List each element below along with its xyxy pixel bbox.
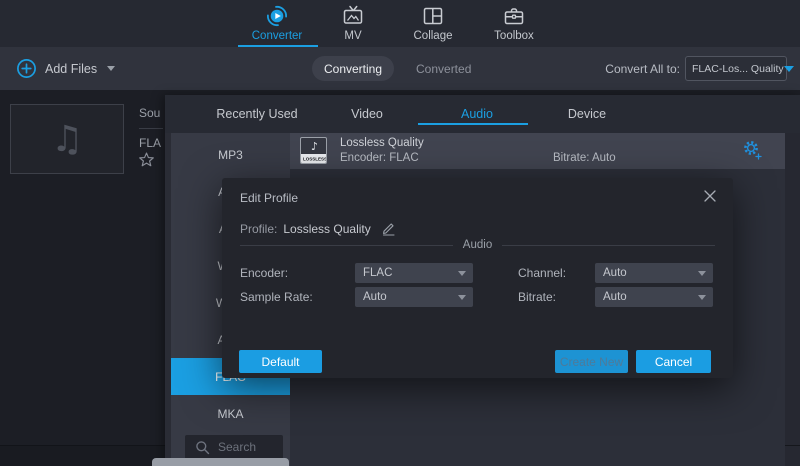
music-note-icon: ♫ bbox=[51, 119, 83, 160]
tab-recently-used[interactable]: Recently Used bbox=[202, 95, 312, 133]
collage-icon bbox=[421, 4, 445, 28]
close-icon[interactable] bbox=[701, 187, 719, 205]
sample-rate-select[interactable]: Auto bbox=[355, 287, 473, 307]
profile-row-lossless[interactable]: ♪ LOSSLESS Lossless Quality Encoder: FLA… bbox=[290, 133, 785, 169]
bitrate-label: Bitrate: bbox=[518, 287, 556, 307]
nav-label: Collage bbox=[414, 30, 453, 42]
tab-audio[interactable]: Audio bbox=[422, 95, 532, 133]
sample-rate-value: Auto bbox=[363, 287, 387, 307]
lossless-badge-icon: ♪ LOSSLESS bbox=[300, 137, 327, 164]
channel-label: Channel: bbox=[518, 263, 566, 283]
nav-label: Converter bbox=[252, 30, 303, 42]
file-source-text: Sou bbox=[139, 106, 160, 120]
star-icon[interactable] bbox=[139, 152, 154, 167]
gear-plus-icon[interactable] bbox=[742, 138, 764, 162]
chevron-down-icon bbox=[698, 295, 706, 300]
plus-circle-icon bbox=[16, 58, 37, 79]
search-input[interactable] bbox=[218, 440, 276, 454]
encoder-label: Encoder: bbox=[240, 263, 288, 283]
tab-device[interactable]: Device bbox=[532, 95, 642, 133]
sample-rate-label: Sample Rate: bbox=[240, 287, 313, 307]
badge-note-glyph: ♪ bbox=[301, 138, 327, 155]
encoder-select[interactable]: FLAC bbox=[355, 263, 473, 283]
add-files-button[interactable]: Add Files bbox=[16, 47, 115, 90]
convert-all-label: Convert All to: bbox=[605, 47, 680, 90]
tab-converting[interactable]: Converting bbox=[312, 56, 394, 81]
active-tab-underline bbox=[418, 123, 528, 125]
chevron-down-icon bbox=[784, 66, 794, 72]
edit-profile-dialog: Edit Profile Profile: Lossless Quality A… bbox=[222, 178, 733, 378]
add-files-label: Add Files bbox=[45, 62, 97, 76]
profile-name-value: Lossless Quality bbox=[283, 222, 370, 236]
panel-scrollbar-track[interactable] bbox=[785, 133, 800, 466]
cancel-button[interactable]: Cancel bbox=[636, 350, 711, 373]
bitrate-value: Auto bbox=[603, 287, 627, 307]
toolbox-icon bbox=[502, 4, 526, 28]
badge-text: LOSSLESS bbox=[303, 156, 327, 161]
edit-pencil-icon[interactable] bbox=[381, 221, 396, 236]
encoder-value: FLAC bbox=[363, 263, 392, 283]
divider bbox=[139, 128, 163, 129]
profile-title: Lossless Quality bbox=[340, 137, 424, 149]
channel-select[interactable]: Auto bbox=[595, 263, 713, 283]
mv-icon bbox=[341, 4, 365, 28]
convert-all-value: FLAC-Los... Quality bbox=[692, 63, 784, 75]
divider bbox=[785, 445, 800, 446]
sidebar-item-mp3[interactable]: MP3 bbox=[171, 136, 290, 173]
profile-encoder: Encoder: FLAC bbox=[340, 152, 419, 164]
format-search bbox=[185, 435, 283, 459]
file-thumbnail: ♫ bbox=[10, 104, 124, 174]
convert-all-dropdown[interactable]: FLAC-Los... Quality bbox=[685, 56, 787, 81]
nav-label: Toolbox bbox=[494, 30, 534, 42]
search-icon bbox=[195, 440, 210, 455]
sidebar-item-mka[interactable]: MKA bbox=[171, 395, 290, 432]
workspace-bottom-strip bbox=[0, 445, 165, 466]
chevron-down-icon bbox=[458, 271, 466, 276]
file-format-text: FLA bbox=[139, 136, 161, 150]
bitrate-select[interactable]: Auto bbox=[595, 287, 713, 307]
channel-value: Auto bbox=[603, 263, 627, 283]
default-button[interactable]: Default bbox=[239, 350, 322, 373]
nav-item-mv[interactable]: MV bbox=[308, 4, 398, 47]
profile-bitrate: Bitrate: Auto bbox=[553, 152, 616, 164]
format-tabbar: Recently Used Video Audio Device bbox=[165, 95, 800, 133]
top-nav: Converter MV Collage bbox=[0, 0, 800, 47]
section-title: Audio bbox=[453, 239, 502, 251]
toolbar: Add Files Converting Converted Convert A… bbox=[0, 47, 800, 90]
converter-icon bbox=[265, 4, 289, 28]
nav-item-collage[interactable]: Collage bbox=[388, 4, 478, 47]
nav-label: MV bbox=[344, 30, 361, 42]
chevron-down-icon bbox=[458, 295, 466, 300]
dialog-title: Edit Profile bbox=[240, 191, 298, 205]
horizontal-scrollbar[interactable] bbox=[152, 458, 289, 466]
file-list-area: ♫ Sou FLA bbox=[0, 90, 165, 466]
audio-section-divider: Audio bbox=[240, 238, 715, 252]
chevron-down-icon bbox=[107, 66, 115, 71]
profile-name-row: Profile: Lossless Quality bbox=[240, 221, 396, 236]
tab-video[interactable]: Video bbox=[312, 95, 422, 133]
app-window: Converter MV Collage bbox=[0, 0, 800, 466]
chevron-down-icon bbox=[698, 271, 706, 276]
create-new-button[interactable]: Create New bbox=[555, 350, 628, 373]
nav-item-toolbox[interactable]: Toolbox bbox=[469, 4, 559, 47]
profile-name-label: Profile: bbox=[240, 222, 277, 236]
tab-converted[interactable]: Converted bbox=[406, 47, 481, 90]
